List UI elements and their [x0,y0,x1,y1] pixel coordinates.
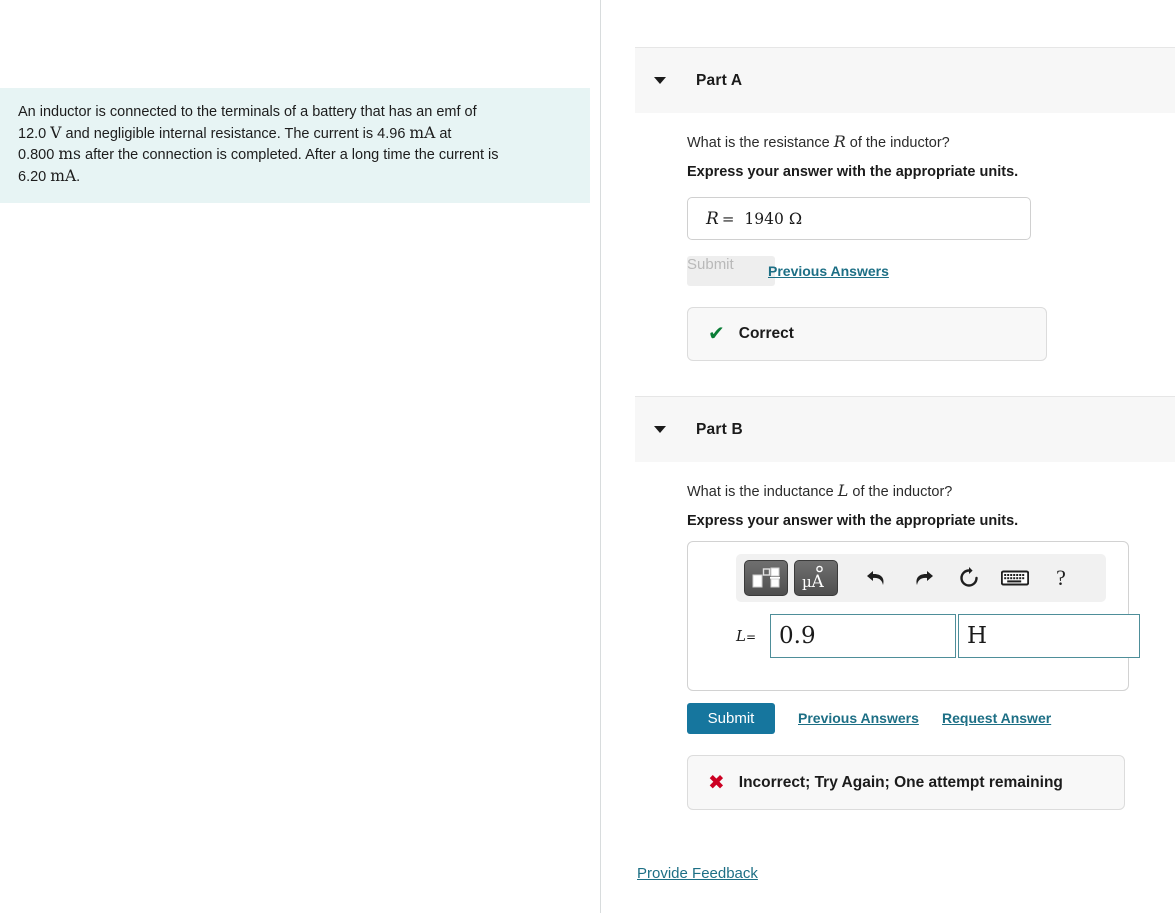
template-shapes-icon [752,567,780,588]
part-b-submit-button[interactable]: Submit [687,703,775,734]
part-b-question-post: of the inductor? [852,484,953,500]
undo-button[interactable] [854,560,900,596]
problem-final-current-unit: mA [50,166,77,185]
part-a-previous-answers-link[interactable]: Previous Answers [768,263,889,279]
keyboard-icon [1001,570,1029,586]
part-b-question-pre: What is the inductance [687,484,834,500]
part-b-header[interactable]: Part B [635,396,1175,462]
redo-button[interactable] [900,560,946,596]
part-a-answer-value: 1940 [744,209,784,228]
part-b-title: Part B [696,420,743,438]
cross-icon: ✖ [708,771,725,794]
micro-angstrom-icon: µ A [802,565,825,591]
part-a-submit-button: Submit [687,256,775,286]
problem-line-1-text: An inductor is connected to the terminal… [18,104,477,120]
part-a-answer-equals: = [721,209,735,228]
part-a-question-variable: R [833,132,846,151]
part-b-input-equals: = [745,630,757,644]
part-b-unit-input[interactable]: H [958,614,1140,658]
provide-feedback-link[interactable]: Provide Feedback [637,865,758,882]
part-a-question-post: of the inductor? [849,135,950,151]
part-b-value-input[interactable]: 0.9 [770,614,956,658]
problem-final-current-value: 6.20 [18,168,47,185]
part-a-question-pre: What is the resistance [687,135,830,151]
part-a-answer-label: R [706,208,719,229]
problem-statement-box: An inductor is connected to the terminal… [0,88,590,203]
part-b-previous-answers-link[interactable]: Previous Answers [798,710,919,726]
part-a-answer-unit: Ω [788,209,803,228]
problem-time-unit: ms [58,145,81,163]
problem-emf-unit: V [50,123,62,142]
part-b-request-answer-link[interactable]: Request Answer [942,710,1051,726]
part-b-answer-fields: L= 0.9 H [736,614,1140,658]
units-picker-button[interactable]: µ A [794,560,838,596]
problem-line-4-period: . [76,168,81,185]
problem-statement-pane: An inductor is connected to the terminal… [0,0,601,913]
template-picker-button[interactable] [744,560,788,596]
page-root: An inductor is connected to the terminal… [0,0,1175,913]
reset-circular-arrow-icon [960,567,978,587]
keyboard-button[interactable] [992,560,1038,596]
redo-arrow-icon [916,571,933,585]
part-b-question: What is the inductance L of the inductor… [687,481,952,500]
undo-arrow-icon [867,571,884,585]
part-a-title: Part A [696,71,743,89]
answer-pane: Part A What is the resistance R of the i… [601,0,1175,913]
check-icon: ✔ [708,323,725,345]
part-b-input-label: L= [736,627,770,645]
part-b-feedback-text: Incorrect; Try Again; One attempt remain… [738,773,1063,791]
part-b-input-variable: L [736,627,746,645]
part-b-instruction: Express your answer with the appropriate… [687,513,1019,529]
problem-emf-value: 12.0 [18,125,47,142]
problem-line-3-text: after the connection is completed. After… [85,147,499,163]
caret-down-icon[interactable] [654,77,666,84]
part-a-answer-box: R = 1940 Ω [687,197,1031,240]
part-a-instruction: Express your answer with the appropriate… [687,164,1019,180]
math-editor-toolbar: µ A ? [736,554,1106,602]
help-button[interactable]: ? [1038,560,1084,596]
problem-time-value: 0.800 [18,147,55,163]
svg-text:A: A [811,572,825,591]
part-a-feedback-text: Correct [738,325,794,342]
svg-text:µ: µ [802,573,812,591]
part-b-math-widget: µ A ? L= 0.9 H [687,541,1140,691]
part-b-question-variable: L [837,481,849,500]
problem-line-2-tail: at [439,125,452,142]
caret-down-icon[interactable] [654,426,666,433]
part-a-feedback-banner: ✔ Correct [687,307,1047,361]
part-b-feedback-banner: ✖ Incorrect; Try Again; One attempt rema… [687,755,1125,810]
reset-button[interactable] [946,560,992,596]
problem-current-unit: mA [409,123,436,142]
part-a-header[interactable]: Part A [635,47,1175,113]
part-a-question: What is the resistance R of the inductor… [687,132,950,151]
problem-line-2-text: and negligible internal resistance. The … [65,125,406,142]
